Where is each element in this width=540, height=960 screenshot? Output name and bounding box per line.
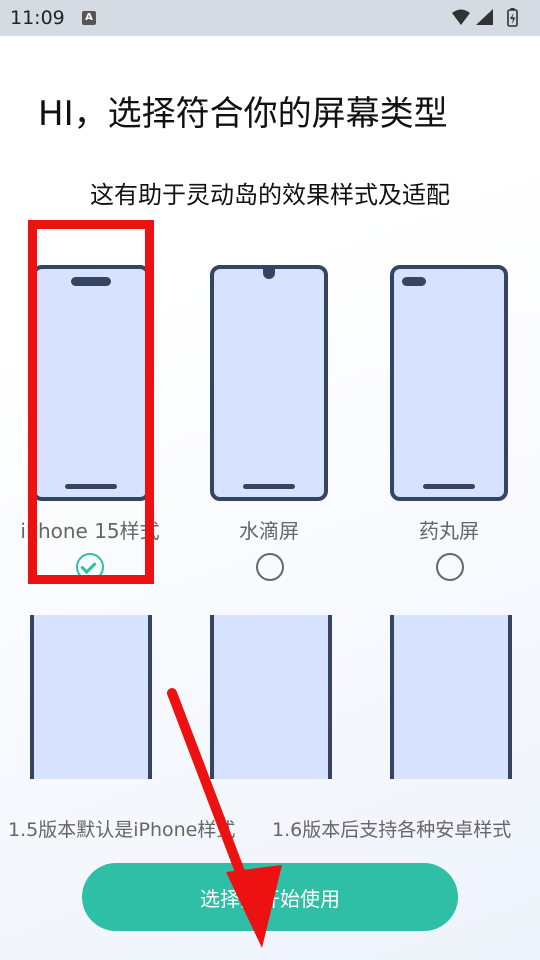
status-time: 11:09	[10, 7, 65, 29]
select-and-start-label: 选择并开始使用	[200, 886, 340, 911]
option-waterdrop-preview[interactable]	[210, 265, 328, 501]
select-and-start-button[interactable]: 选择并开始使用	[82, 863, 458, 931]
wifi-icon	[452, 9, 470, 25]
option-pill-preview[interactable]	[390, 265, 508, 501]
page-title: HI，选择符合你的屏幕类型	[38, 94, 448, 134]
option-pill-label: 药丸屏	[419, 519, 479, 543]
signal-icon	[476, 9, 493, 25]
preview-strip-3	[390, 615, 512, 779]
home-bar	[243, 484, 295, 489]
option-pill-radio[interactable]	[436, 553, 464, 581]
preview-strip-1	[30, 615, 152, 779]
home-bar	[423, 484, 475, 489]
option-waterdrop-radio[interactable]	[256, 553, 284, 581]
note-left: 1.5版本默认是iPhone样式	[8, 819, 236, 841]
page-subtitle: 这有助于灵动岛的效果样式及适配	[90, 181, 450, 209]
accessibility-notification-icon: A	[82, 11, 96, 25]
status-icons	[452, 8, 518, 27]
annotation-highlight-box	[28, 220, 154, 584]
preview-strip-2	[210, 615, 332, 779]
waterdrop-notch-icon	[263, 269, 275, 279]
pill-cutout-icon	[402, 277, 426, 286]
option-waterdrop-label: 水滴屏	[239, 519, 299, 543]
status-bar: 11:09 A	[0, 0, 540, 36]
note-right: 1.6版本后支持各种安卓样式	[272, 819, 512, 841]
